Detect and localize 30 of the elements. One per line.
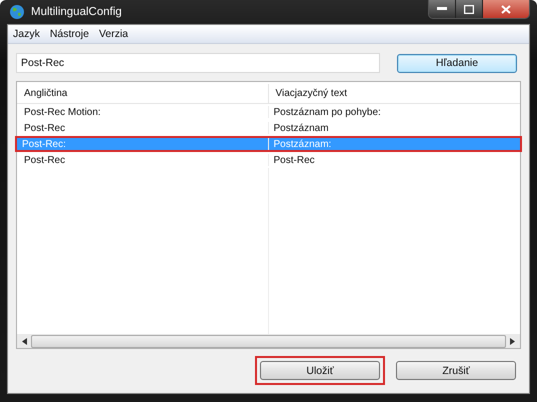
table-cell: Post-Rec	[19, 154, 269, 166]
table-row[interactable]: Post-Rec Post-Rec	[17, 152, 520, 168]
window-title: MultilingualConfig	[31, 6, 122, 18]
table-cell: Post-Rec Motion:	[19, 106, 269, 118]
close-icon	[501, 4, 511, 14]
globe-icon	[9, 4, 25, 20]
dialog-button[interactable]: Uložiť	[260, 361, 380, 380]
minimize-icon	[437, 7, 447, 11]
table-cell: Post-Rec:	[17, 138, 269, 150]
search-button[interactable]: Hľadanie	[397, 54, 517, 72]
table-cell-text: Postzáznam:	[272, 138, 332, 150]
maximize-icon	[464, 4, 474, 14]
menu-item[interactable]: Jazyk	[8, 28, 45, 40]
menu-item[interactable]: Verzia	[94, 28, 134, 40]
scroll-right-icon[interactable]	[510, 338, 515, 344]
close-button[interactable]	[483, 0, 529, 18]
column-header[interactable]: Viacjazyčný text	[268, 84, 520, 103]
scroll-left-icon[interactable]	[22, 338, 27, 344]
table-row[interactable]: Post-Rec Postzáznam	[17, 120, 520, 136]
table-cell-text: Postzáznam	[272, 122, 330, 134]
table-cell: Post-Rec	[19, 122, 269, 134]
menu-item[interactable]: Nástroje	[44, 28, 94, 40]
maximize-button[interactable]	[456, 0, 483, 18]
dialog-button[interactable]: Zrušiť	[396, 361, 516, 380]
table-row[interactable]: Post-Rec Motion: Postzáznam po pohybe:	[17, 104, 520, 120]
column-header[interactable]: Angličtina	[17, 84, 269, 103]
minimize-button[interactable]	[429, 0, 456, 18]
search-field[interactable]: Post-Rec	[16, 53, 380, 73]
table-cell-text: Post-Rec	[272, 154, 316, 166]
table-cell-text: Postzáznam po pohybe:	[272, 106, 382, 118]
